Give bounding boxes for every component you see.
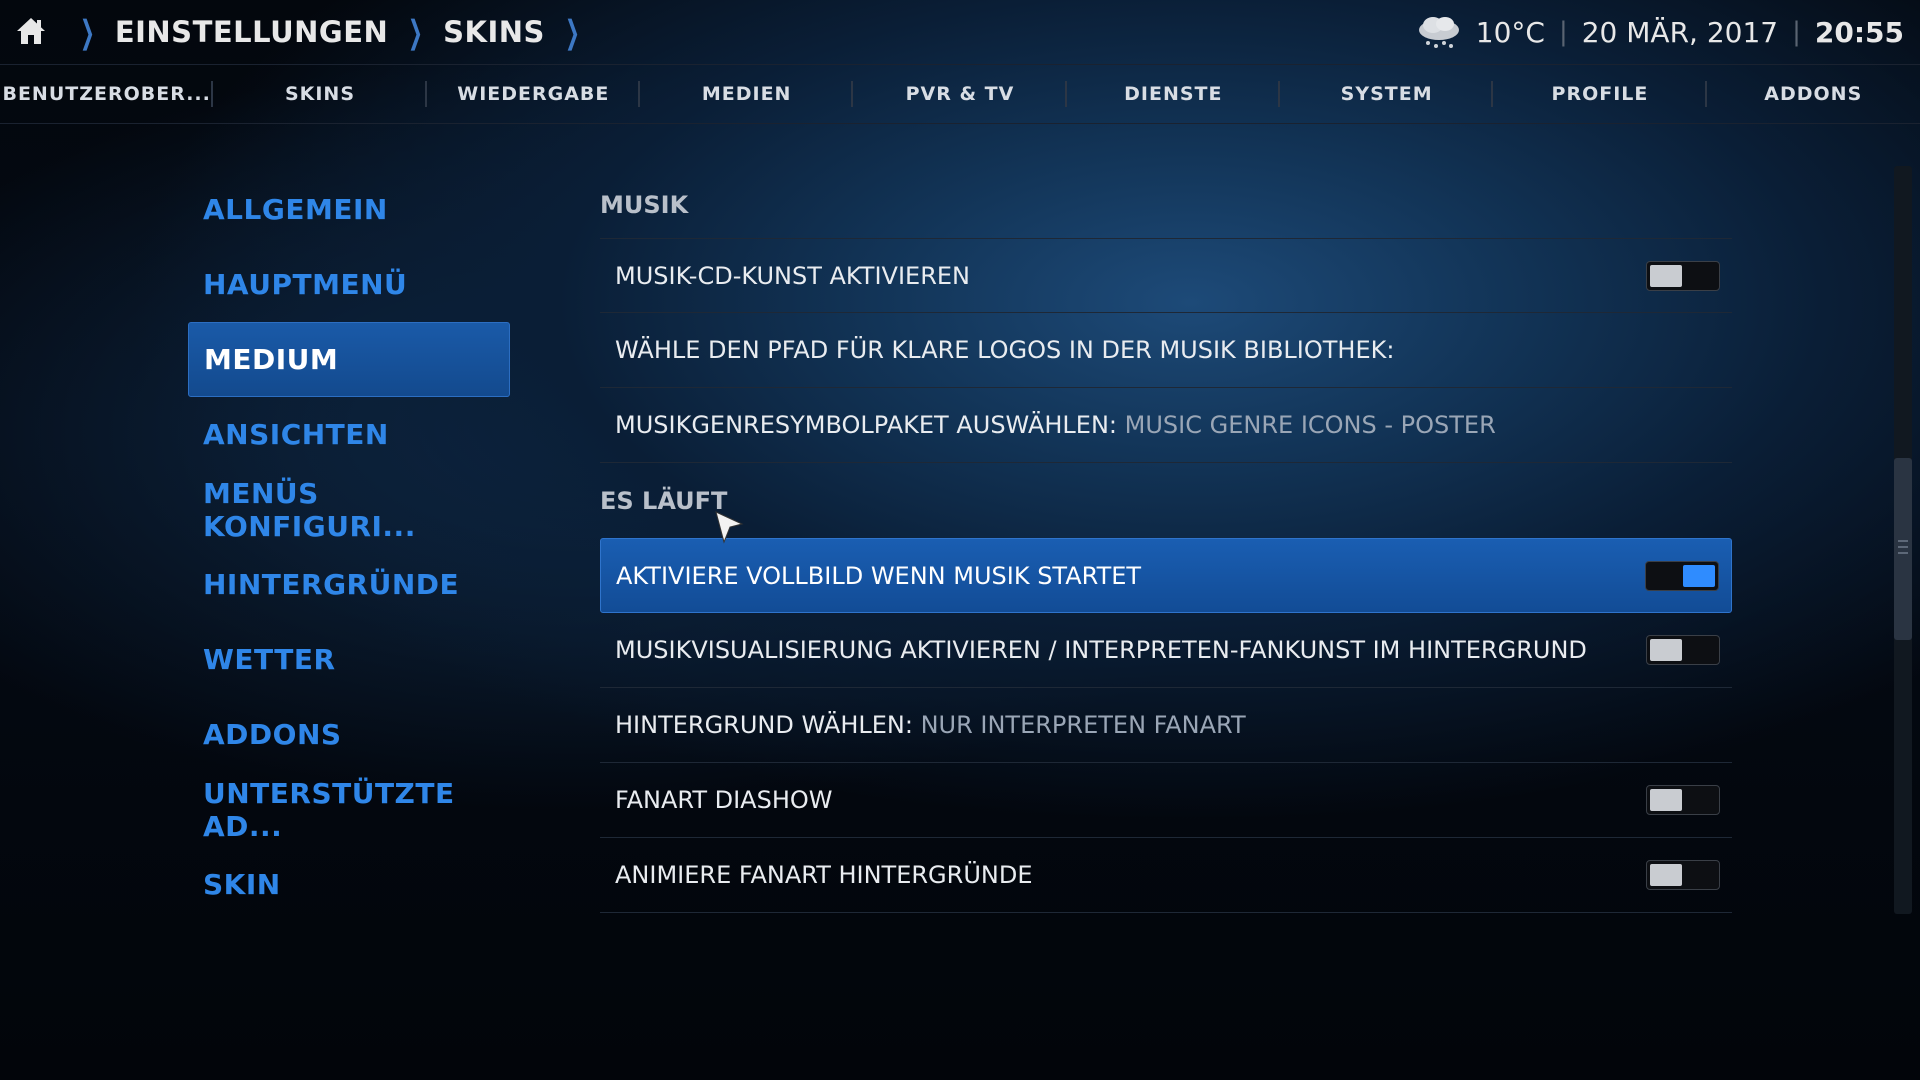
group-header-now-playing: ES LÄUFT <box>600 486 728 515</box>
scrollbar[interactable] <box>1894 166 1912 914</box>
breadcrumb-settings[interactable]: EINSTELLUNGEN <box>115 15 388 49</box>
menu-item-addons[interactable]: ADDONS <box>188 697 510 772</box>
setting-label: MUSIK-CD-KUNST AKTIVIEREN <box>615 261 970 290</box>
menu-item-media[interactable]: MEDIUM <box>188 322 510 397</box>
setting-background[interactable]: HINTERGRUND WÄHLEN: NUR INTERPRETEN FANA… <box>600 688 1732 763</box>
category-tabs: BENUTZEROBER... SKINS WIEDERGABE MEDIEN … <box>0 64 1920 124</box>
setting-label: HINTERGRUND WÄHLEN: <box>615 711 913 739</box>
setting-fullscreen-on-start[interactable]: AKTIVIERE VOLLBILD WENN MUSIK STARTET <box>600 538 1732 613</box>
setting-label: FANART DIASHOW <box>615 786 833 814</box>
setting-label: WÄHLE DEN PFAD FÜR KLARE LOGOS IN DER MU… <box>615 336 1395 364</box>
breadcrumb-skins[interactable]: SKINS <box>443 15 545 49</box>
tab-interface[interactable]: BENUTZEROBER... <box>0 65 214 123</box>
menu-item-main-menu[interactable]: HAUPTMENÜ <box>188 247 510 322</box>
toggle-animate-fanart[interactable] <box>1646 860 1720 890</box>
setting-animate-fanart[interactable]: ANIMIERE FANART HINTERGRÜNDE <box>600 838 1732 913</box>
tab-pvr-tv[interactable]: PVR & TV <box>853 65 1067 123</box>
scrollbar-thumb[interactable] <box>1894 458 1912 640</box>
status-area: 10°C | 20 MÄR, 2017 | 20:55 <box>1416 10 1904 54</box>
menu-item-supported-addons[interactable]: UNTERSTÜTZTE AD... <box>188 772 510 847</box>
settings-list: MUSIK MUSIK-CD-KUNST AKTIVIEREN WÄHLE DE… <box>600 172 1732 913</box>
setting-genre-icon-pack[interactable]: MUSIKGENRESYMBOLPAKET AUSWÄHLEN: MUSIC G… <box>600 388 1732 463</box>
tab-system[interactable]: SYSTEM <box>1280 65 1494 123</box>
toggle-fullscreen[interactable] <box>1645 560 1719 591</box>
clock: 20:55 <box>1814 15 1904 49</box>
toggle-cd-art[interactable] <box>1646 260 1720 291</box>
setting-visualisation[interactable]: MUSIKVISUALISIERUNG AKTIVIEREN / INTERPR… <box>600 613 1732 688</box>
setting-value: MUSIC GENRE ICONS - POSTER <box>1124 411 1496 439</box>
chevron-right-icon: ❯ <box>408 13 424 51</box>
setting-label: AKTIVIERE VOLLBILD WENN MUSIK STARTET <box>616 561 1142 590</box>
setting-fanart-slideshow[interactable]: FANART DIASHOW <box>600 763 1732 838</box>
menu-item-views[interactable]: ANSICHTEN <box>188 397 510 472</box>
tab-addons[interactable]: ADDONS <box>1707 65 1920 123</box>
chevron-right-icon: ❯ <box>564 13 580 51</box>
tab-skins[interactable]: SKINS <box>213 65 427 123</box>
setting-label: MUSIKGENRESYMBOLPAKET AUSWÄHLEN: <box>615 411 1118 439</box>
setting-label: ANIMIERE FANART HINTERGRÜNDE <box>615 861 1033 889</box>
menu-item-configure-menus[interactable]: MENÜS KONFIGURI... <box>188 472 510 547</box>
setting-cd-art[interactable]: MUSIK-CD-KUNST AKTIVIEREN <box>600 238 1732 313</box>
group-header-music: MUSIK <box>600 191 689 219</box>
mouse-pointer-icon <box>715 511 744 544</box>
separator: | <box>1792 17 1801 47</box>
cloud-snow-icon <box>1418 17 1459 48</box>
toggle-visualisation[interactable] <box>1646 635 1720 665</box>
chevron-right-icon: ❯ <box>80 13 95 51</box>
menu-item-backgrounds[interactable]: HINTERGRÜNDE <box>188 547 510 622</box>
toggle-fanart-slideshow[interactable] <box>1646 785 1720 815</box>
menu-item-general[interactable]: ALLGEMEIN <box>188 172 510 247</box>
setting-value: NUR INTERPRETEN FANART <box>920 711 1246 739</box>
setting-label: MUSIKVISUALISIERUNG AKTIVIEREN / INTERPR… <box>615 636 1587 664</box>
menu-item-skin[interactable]: SKIN <box>188 847 510 922</box>
tab-services[interactable]: DIENSTE <box>1067 65 1281 123</box>
tab-profiles[interactable]: PROFILE <box>1493 65 1707 123</box>
home-icon[interactable] <box>14 14 48 48</box>
tab-media[interactable]: MEDIEN <box>640 65 854 123</box>
tab-playback[interactable]: WIEDERGABE <box>427 65 641 123</box>
date: 20 MÄR, 2017 <box>1581 15 1779 49</box>
settings-category-menu: ALLGEMEIN HAUPTMENÜ MEDIUM ANSICHTEN MEN… <box>188 172 510 922</box>
temperature: 10°C <box>1475 15 1545 49</box>
separator: | <box>1558 17 1568 47</box>
menu-item-weather[interactable]: WETTER <box>188 622 510 697</box>
setting-clearlogo-path[interactable]: WÄHLE DEN PFAD FÜR KLARE LOGOS IN DER MU… <box>600 313 1732 388</box>
top-bar: ❯ EINSTELLUNGEN ❯ SKINS ❯ 10°C | 20 MÄR,… <box>0 0 1920 64</box>
breadcrumb: ❯ EINSTELLUNGEN ❯ SKINS ❯ <box>60 10 600 54</box>
